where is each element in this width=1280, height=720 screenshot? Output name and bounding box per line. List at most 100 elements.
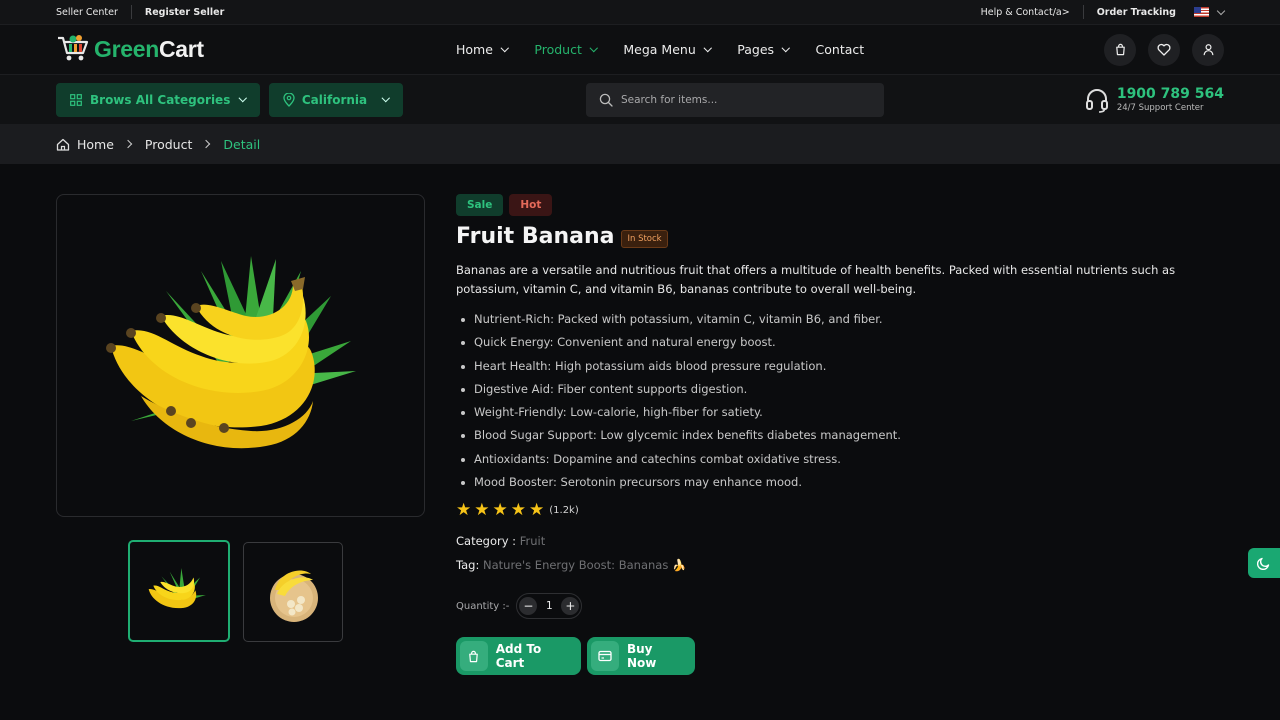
buy-now-button[interactable]: Buy Now [587,637,695,676]
nav-item-mega-menu[interactable]: Mega Menu [623,42,712,57]
bag-icon [460,641,488,672]
main-menu: Home Product Mega Menu Pages Contact [456,42,891,57]
browse-categories-button[interactable]: Brows All Categories [56,82,260,117]
logo[interactable]: GreenCart [56,33,204,67]
tag-label: Tag: [456,558,480,573]
register-seller-link[interactable]: Register Seller [145,7,224,18]
quantity-increase-button[interactable]: + [561,597,580,616]
heart-icon [1157,43,1171,56]
seller-center-link[interactable]: Seller Center [56,7,118,18]
breadcrumb-detail: Detail [223,136,261,152]
breadcrumb-home[interactable]: Home [77,137,114,152]
main-navbar: GreenCart Home Product Mega Menu Pages C… [0,25,1280,75]
list-item: Nutrient-Rich: Packed with potassium, vi… [456,308,1226,331]
star-icon: ★ [456,500,472,521]
tag-row: Tag: Nature's Energy Boost: Bananas 🍌 [456,558,1226,572]
order-tracking-link[interactable]: Order Tracking [1097,7,1176,18]
divider [130,5,132,19]
breadcrumb-product[interactable]: Product [145,137,192,152]
quantity-decrease-button[interactable]: − [519,597,538,616]
list-item: Digestive Aid: Fiber content supports di… [456,378,1226,401]
product-title: Fruit Banana [456,224,615,249]
category-search-bar: Brows All Categories California 1900 789… [0,75,1280,124]
sale-badge: Sale [456,194,504,216]
product-main-image[interactable] [56,194,425,517]
search-input[interactable] [621,93,861,106]
logo-text: GreenCart [94,36,204,62]
support-center: 1900 789 564 24/7 Support Center [1085,86,1224,113]
wishlist-button[interactable] [1148,33,1180,66]
account-button[interactable] [1192,33,1224,66]
quantity-label: Quantity :- [456,600,510,612]
category-row: Category : Fruit [456,534,1226,548]
banana-bunch-image [105,255,356,448]
product-details: Sale Hot Fruit Banana In Stock Bananas a… [456,194,1226,676]
nav-icon-group [1104,33,1224,66]
nav-item-pages[interactable]: Pages [737,42,790,57]
product-rating: ★ ★ ★ ★ ★ (1.2k) [456,500,1226,520]
list-item: Heart Health: High potassium aids blood … [456,355,1226,378]
search-icon [599,93,613,107]
star-icon: ★ [492,500,508,521]
add-to-cart-button[interactable]: Add To Cart [456,637,581,676]
title-row: Fruit Banana In Stock [456,224,1226,249]
nav-item-home[interactable]: Home [456,42,509,57]
quantity-value[interactable]: 1 [537,600,561,612]
list-item: Quick Energy: Convenient and natural ene… [456,331,1226,354]
nav-item-product[interactable]: Product [534,42,598,57]
chevron-right-icon [123,139,133,149]
top-bar-left: Seller Center Register Seller [56,5,224,19]
chevron-down-icon [1216,6,1226,15]
chevron-down-icon [500,43,509,52]
banana-bunch-thumbnail-image [148,567,206,608]
hot-badge: Hot [509,194,553,216]
divider [1082,5,1084,19]
product-badges: Sale Hot [456,194,1226,216]
support-label: 24/7 Support Center [1116,103,1204,113]
top-bar-right: Help & Contact/a> Order Tracking [981,5,1226,19]
chevron-down-icon [703,43,712,52]
stock-status-badge: In Stock [621,229,668,248]
purchase-actions: Add To Cart Buy Now [456,637,1226,676]
nav-item-contact[interactable]: Contact [816,42,865,57]
star-icon: ★ [529,500,545,521]
cart-logo-icon [56,33,90,67]
list-item: Blood Sugar Support: Low glycemic index … [456,424,1226,447]
moon-icon [1257,557,1270,570]
chevron-down-icon [781,43,790,52]
quantity-row: Quantity :- − 1 + [456,593,1226,620]
support-phone-number[interactable]: 1900 789 564 [1117,86,1224,102]
list-item: Mood Booster: Serotonin precursors may e… [456,471,1226,494]
quantity-stepper: − 1 + [516,593,583,620]
theme-toggle-button[interactable] [1248,548,1280,578]
star-icon: ★ [510,500,526,521]
language-selector[interactable] [1194,6,1226,17]
chevron-down-icon [381,93,390,102]
product-description: Bananas are a versatile and nutritious f… [456,263,1176,296]
thumbnail-banana-bunch[interactable] [128,540,230,642]
tag-value[interactable]: Nature's Energy Boost: Bananas 🍌 [483,558,686,572]
list-item: Antioxidants: Dopamine and catechins com… [456,448,1226,471]
us-flag-icon [1194,7,1209,17]
grid-icon [70,93,82,106]
location-pin-icon [283,92,295,107]
list-item: Weight-Friendly: Low-calorie, high-fiber… [456,401,1226,424]
feature-list: Nutrient-Rich: Packed with potassium, vi… [456,308,1226,494]
home-icon [56,138,70,151]
location-selector[interactable]: California [268,82,403,117]
category-label: Category : [456,534,517,549]
breadcrumb: Home Product Detail [0,124,1280,164]
rating-count: (1.2k) [549,504,579,516]
star-icon: ★ [474,500,490,521]
chevron-right-icon [202,139,211,149]
bag-icon [1115,43,1125,56]
search-box [586,82,884,117]
chevron-down-icon [239,93,247,102]
thumbnail-banana-plate[interactable] [243,542,343,642]
banana-plate-thumbnail-image [270,570,318,622]
help-contact-link[interactable]: Help & Contact/a> [981,7,1070,18]
cart-button[interactable] [1104,33,1136,66]
top-bar: Seller Center Register Seller Help & Con… [0,0,1280,25]
chevron-down-icon [589,43,598,52]
category-value[interactable]: Fruit [520,534,546,548]
